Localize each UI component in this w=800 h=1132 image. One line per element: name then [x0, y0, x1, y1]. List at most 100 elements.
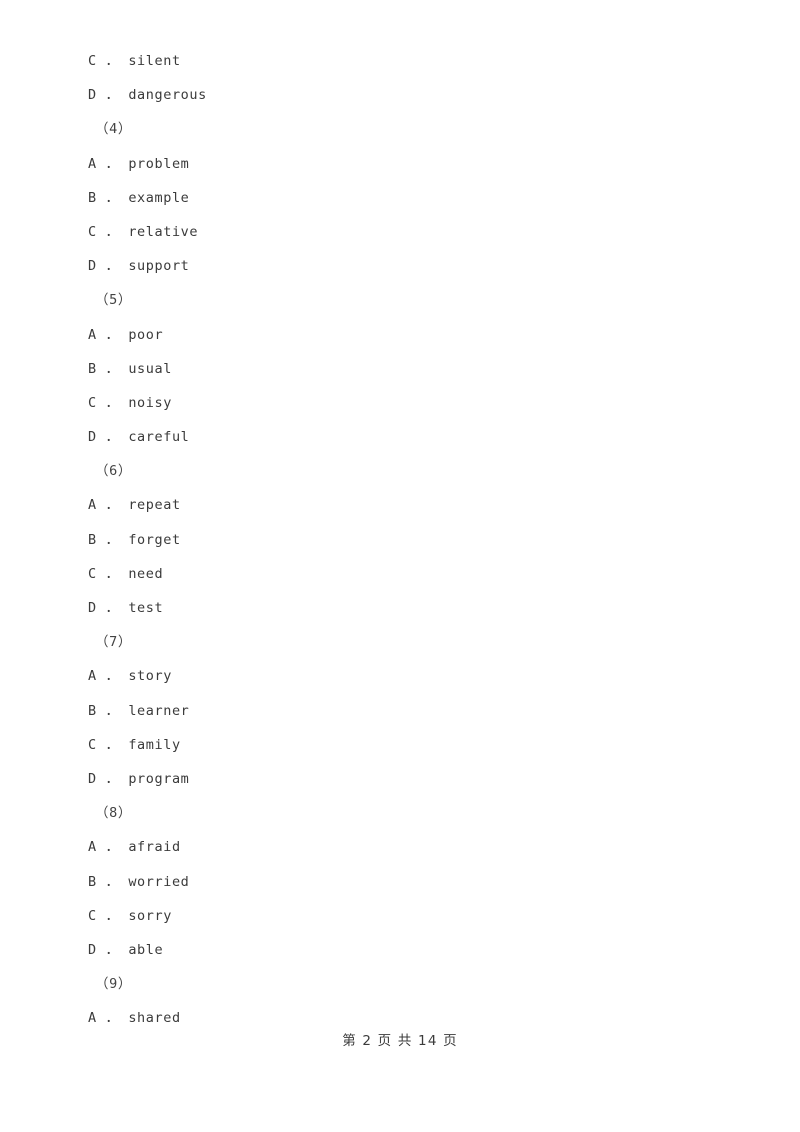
- option-letter: C: [88, 53, 97, 69]
- page-footer: 第 2 页 共 14 页: [0, 1030, 800, 1052]
- option-separator: ．: [105, 736, 120, 753]
- answer-option[interactable]: B ． forget: [88, 523, 708, 557]
- option-text: forget: [128, 531, 181, 548]
- question-number-label: （9）: [95, 976, 132, 993]
- option-letter: A: [88, 839, 97, 856]
- question-number: （8）: [88, 796, 708, 830]
- question-number-label: （7）: [95, 634, 132, 651]
- option-letter: A: [88, 668, 97, 685]
- option-text: sorry: [128, 907, 172, 924]
- answer-option[interactable]: D ． support: [88, 249, 708, 283]
- option-spacer: [120, 224, 129, 240]
- option-letter: D: [88, 941, 97, 958]
- option-spacer: [120, 87, 129, 103]
- document-page: C ． silent D ． dangerous （4） A ． problem B ．…: [0, 0, 800, 1132]
- answer-option[interactable]: D ． able: [88, 933, 708, 967]
- option-separator: ．: [105, 258, 120, 275]
- option-letter: B: [88, 531, 97, 548]
- option-text: support: [128, 258, 190, 275]
- option-spacer: [120, 497, 129, 513]
- option-text: test: [128, 600, 164, 616]
- option-spacer: [120, 839, 129, 855]
- answer-option[interactable]: D ． dangerous: [88, 78, 708, 112]
- option-separator: ．: [105, 87, 120, 104]
- option-text: problem: [128, 155, 190, 172]
- question-number: （9）: [88, 967, 708, 1001]
- option-text: repeat: [128, 497, 181, 514]
- option-spacer: [120, 668, 129, 684]
- answer-option[interactable]: C ． family: [88, 728, 708, 762]
- question-number: （6）: [88, 454, 708, 488]
- option-letter: C: [88, 223, 97, 240]
- answer-option[interactable]: C ． need: [88, 557, 708, 591]
- option-letter: D: [88, 258, 97, 275]
- option-letter: D: [88, 87, 97, 104]
- option-spacer: [120, 874, 129, 890]
- answer-option[interactable]: B ． usual: [88, 352, 708, 386]
- answer-option[interactable]: A ． story: [88, 659, 708, 693]
- option-letter: B: [88, 360, 97, 377]
- option-text: story: [128, 668, 172, 685]
- option-text: example: [128, 189, 190, 206]
- question-options-list: C ． silent D ． dangerous （4） A ． problem B ．…: [88, 44, 708, 1035]
- option-letter: B: [88, 873, 97, 890]
- answer-option[interactable]: B ． learner: [88, 694, 708, 728]
- option-separator: ．: [105, 497, 120, 514]
- option-text: noisy: [128, 394, 172, 411]
- answer-option[interactable]: C ． relative: [88, 215, 708, 249]
- option-separator: ．: [105, 565, 120, 582]
- question-number: （5）: [88, 283, 708, 317]
- question-number: （7）: [88, 625, 708, 659]
- question-number-label: （5）: [95, 292, 132, 309]
- question-number-label: （6）: [95, 463, 132, 480]
- option-separator: ．: [105, 155, 120, 172]
- option-letter: B: [88, 702, 97, 719]
- option-letter: C: [88, 907, 97, 924]
- option-separator: ．: [105, 429, 120, 446]
- option-text: shared: [128, 1010, 181, 1027]
- option-text: usual: [128, 360, 172, 377]
- answer-option[interactable]: D ． program: [88, 762, 708, 796]
- answer-option[interactable]: D ． test: [88, 591, 708, 625]
- option-letter: D: [88, 429, 97, 446]
- option-text: poor: [128, 326, 164, 343]
- option-letter: C: [88, 394, 97, 411]
- option-letter: B: [88, 189, 97, 206]
- option-separator: ．: [105, 907, 120, 924]
- answer-option[interactable]: B ． worried: [88, 865, 708, 899]
- option-spacer: [120, 908, 129, 924]
- option-text: learner: [128, 702, 190, 719]
- option-letter: D: [88, 600, 97, 616]
- answer-option[interactable]: A ． poor: [88, 318, 708, 352]
- option-letter: A: [88, 1010, 97, 1027]
- option-separator: ．: [105, 839, 120, 856]
- option-text: worried: [128, 873, 190, 890]
- option-spacer: [120, 327, 129, 343]
- answer-option[interactable]: A ． afraid: [88, 830, 708, 864]
- option-spacer: [120, 258, 129, 274]
- answer-option[interactable]: B ． example: [88, 181, 708, 215]
- option-separator: ．: [105, 600, 120, 616]
- option-text: program: [128, 770, 190, 787]
- question-number-label: （4）: [95, 121, 132, 138]
- answer-option[interactable]: A ． problem: [88, 147, 708, 181]
- answer-option[interactable]: C ． noisy: [88, 386, 708, 420]
- option-spacer: [120, 395, 129, 411]
- option-letter: C: [88, 736, 97, 753]
- question-number: （4）: [88, 112, 708, 146]
- option-spacer: [120, 703, 129, 719]
- answer-option[interactable]: C ． silent: [88, 44, 708, 78]
- option-separator: ．: [105, 326, 120, 343]
- answer-option[interactable]: C ． sorry: [88, 899, 708, 933]
- option-separator: ．: [105, 702, 120, 719]
- option-separator: ．: [105, 668, 120, 685]
- option-spacer: [120, 771, 129, 787]
- option-letter: D: [88, 770, 97, 787]
- footer-page-indicator: 第 2 页 共 14 页: [342, 1033, 458, 1049]
- option-text: dangerous: [128, 87, 207, 104]
- option-letter: A: [88, 155, 97, 172]
- answer-option[interactable]: D ． careful: [88, 420, 708, 454]
- answer-option[interactable]: A ． repeat: [88, 488, 708, 522]
- option-letter: C: [88, 565, 97, 582]
- option-text: afraid: [128, 839, 181, 856]
